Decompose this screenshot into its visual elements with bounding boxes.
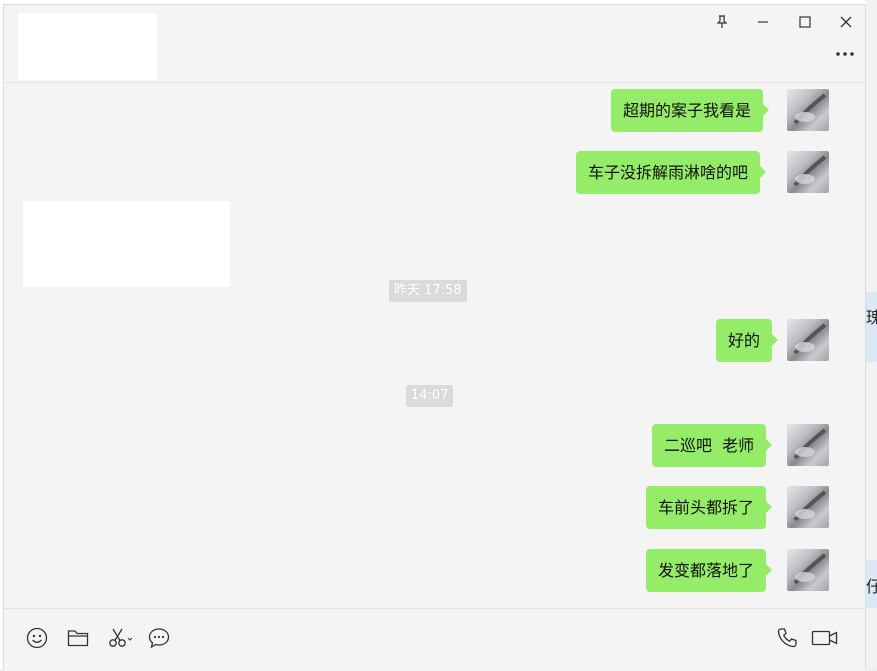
avatar[interactable] [787,549,829,591]
video-icon[interactable] [810,625,840,651]
emoji-icon[interactable] [24,625,50,651]
input-toolbar [4,608,865,671]
background-partial-text: 瑰 [866,308,877,327]
message-bubble[interactable]: 超期的案子我看是 [611,89,770,132]
maximize-icon[interactable] [794,11,816,33]
close-icon[interactable] [835,11,857,33]
contact-name-redacted [18,13,157,80]
more-icon[interactable] [833,45,857,63]
message-bubble[interactable]: 车前头都拆了 [646,486,773,529]
avatar[interactable] [787,319,829,361]
avatar[interactable] [787,486,829,528]
avatar[interactable] [787,424,829,466]
received-message-redacted[interactable] [23,201,230,287]
avatar[interactable] [787,151,829,193]
pin-icon[interactable] [711,11,733,33]
timestamp: 昨天 17:58 [389,280,467,302]
folder-icon[interactable] [65,625,91,651]
scissors-icon[interactable] [106,625,136,651]
message-list[interactable]: 超期的案子我看是 车子没拆解雨淋啥的吧 昨天 17:58 好的 14:07 二巡… [4,83,865,608]
timestamp: 14:07 [406,385,454,407]
message-bubble[interactable]: 车子没拆解雨淋啥的吧 [576,151,767,194]
phone-icon[interactable] [774,625,800,651]
chat-window: 超期的案子我看是 车子没拆解雨淋啥的吧 昨天 17:58 好的 14:07 二巡… [3,4,866,671]
message-bubble[interactable]: 发变都落地了 [646,549,773,592]
message-bubble[interactable]: 好的 [716,319,779,362]
minimize-icon[interactable] [752,11,774,33]
avatar[interactable] [787,89,829,131]
chat-bubble-icon[interactable] [146,625,172,651]
chat-header [4,5,865,83]
background-partial-text: 仔 [866,577,877,596]
message-bubble[interactable]: 二巡吧 老师 [652,424,773,467]
